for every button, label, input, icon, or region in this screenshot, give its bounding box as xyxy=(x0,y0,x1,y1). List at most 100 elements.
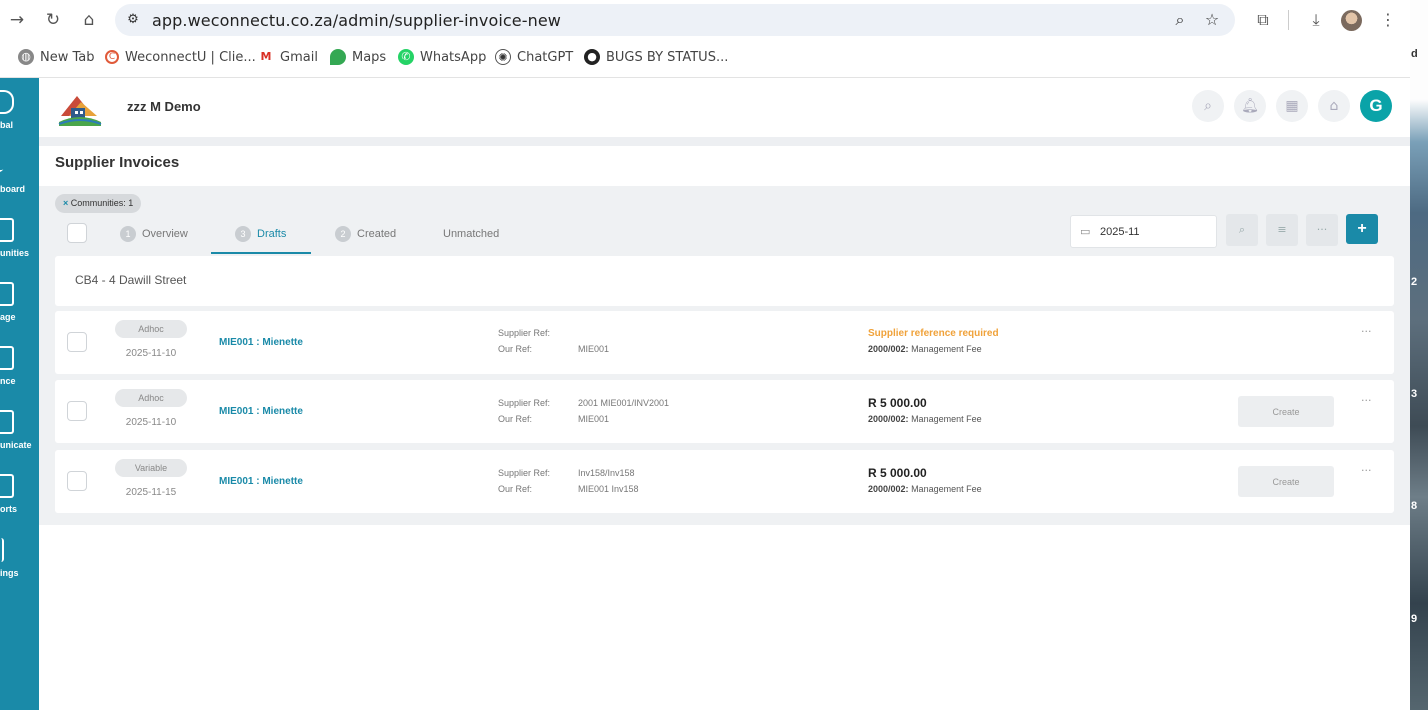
supplier-link[interactable]: MIE001 : Mienette xyxy=(219,476,303,487)
period-input[interactable] xyxy=(1100,223,1210,241)
wallpaper-text: d xyxy=(1411,48,1418,60)
row-date: 2025-11-15 xyxy=(125,487,177,498)
sidebar-item-finance[interactable]: nce xyxy=(0,346,39,398)
calendar-icon: ▭ xyxy=(1080,225,1091,238)
invoice-row: Adhoc 2025-11-10 MIE001 : Mienette Suppl… xyxy=(55,380,1394,443)
reload-icon[interactable]: ↻ xyxy=(42,9,64,31)
bookmark-label: Gmail xyxy=(280,49,318,65)
search-icon[interactable]: ⌕ xyxy=(1192,90,1224,122)
bookmark-maps[interactable]: Maps xyxy=(330,44,386,70)
supplier-link[interactable]: MIE001 : Mienette xyxy=(219,337,303,348)
tab-drafts[interactable]: 3 Drafts xyxy=(235,213,286,254)
sidebar-item-dashboard[interactable]: board xyxy=(0,154,39,206)
supplier-ref-label: Supplier Ref: xyxy=(498,468,551,478)
our-ref-value: MIE001 Inv158 xyxy=(578,484,639,494)
bookmark-label: Maps xyxy=(352,49,387,65)
message-icon xyxy=(0,410,14,434)
our-ref-label: Our Ref: xyxy=(498,414,533,424)
warning-text: Supplier reference required xyxy=(868,328,999,339)
our-ref-label: Our Ref: xyxy=(498,344,533,354)
url-text[interactable]: app.weconnectu.co.za/admin/supplier-invo… xyxy=(152,11,561,30)
sliders-icon xyxy=(0,538,4,562)
tab-overview[interactable]: 1 Overview xyxy=(120,213,188,254)
row-menu-icon[interactable]: ··· xyxy=(1361,394,1372,407)
tab-label: Drafts xyxy=(257,227,287,240)
wallet-icon xyxy=(0,346,14,370)
tab-unmatched[interactable]: Unmatched xyxy=(443,213,499,254)
calendar-icon[interactable]: ▦ xyxy=(1276,90,1308,122)
home-icon[interactable]: ⌂ xyxy=(1318,90,1350,122)
supplier-link[interactable]: MIE001 : Mienette xyxy=(219,406,303,417)
sidebar-item-settings[interactable]: ings xyxy=(0,538,39,590)
sidebar-item-communities[interactable]: unities xyxy=(0,218,39,270)
our-ref-value: MIE001 xyxy=(578,344,610,354)
select-all-checkbox[interactable] xyxy=(67,223,87,243)
user-avatar[interactable]: G xyxy=(1360,90,1392,122)
row-checkbox[interactable] xyxy=(67,332,87,352)
wallpaper-text: 8 xyxy=(1411,500,1418,512)
extensions-icon[interactable]: ⧉ xyxy=(1252,9,1274,31)
bookmark-chatgpt[interactable]: ✺ ChatGPT xyxy=(495,44,573,70)
chatgpt-icon: ✺ xyxy=(495,49,511,65)
row-checkbox[interactable] xyxy=(67,471,87,491)
profile-avatar[interactable] xyxy=(1341,10,1362,31)
row-menu-icon[interactable]: ··· xyxy=(1361,325,1372,338)
more-menu-icon[interactable]: ⋮ xyxy=(1377,9,1399,31)
filter-button[interactable]: ≡ xyxy=(1266,214,1298,246)
bookmark-whatsapp[interactable]: ✆ WhatsApp xyxy=(398,44,486,70)
bookmark-new-tab[interactable]: ◍ New Tab xyxy=(18,44,95,70)
sidebar-item-label: orts xyxy=(0,504,18,514)
home-icon[interactable]: ⌂ xyxy=(78,9,100,31)
browser-toolbar: → ↻ ⌂ ⚙ app.weconnectu.co.za/admin/suppl… xyxy=(0,0,1410,78)
type-badge: Adhoc xyxy=(115,389,187,407)
gmail-icon: M xyxy=(258,49,274,65)
gl-code: 2000/002: xyxy=(868,344,909,354)
search-button[interactable]: ⌕ xyxy=(1226,214,1258,246)
sidebar-item-reports[interactable]: orts xyxy=(0,474,39,526)
row-checkbox[interactable] xyxy=(67,401,87,421)
github-icon: ● xyxy=(584,49,600,65)
clipboard-icon xyxy=(0,282,14,306)
supplier-ref-value: Inv158/Inv158 xyxy=(578,468,635,478)
amount: R 5 000.00 xyxy=(868,396,927,410)
sidebar-item-manage[interactable]: age xyxy=(0,282,39,334)
title-bar: Supplier Invoices xyxy=(39,146,1410,186)
bookmark-star-icon[interactable]: ☆ xyxy=(1202,10,1222,30)
bookmark-github[interactable]: ● BUGS BY STATUS... xyxy=(584,44,728,70)
wallpaper-text: 3 xyxy=(1411,388,1418,400)
filter-chip-label: Communities: 1 xyxy=(70,198,134,208)
invoice-row: Variable 2025-11-15 MIE001 : Mienette Su… xyxy=(55,450,1394,513)
create-button[interactable]: Create xyxy=(1238,396,1334,427)
ellipsis-icon: ··· xyxy=(1316,223,1328,236)
forward-icon[interactable]: → xyxy=(6,9,28,31)
bell-icon[interactable]: 🔔︎ xyxy=(1234,90,1266,122)
type-badge: Adhoc xyxy=(115,320,187,338)
header-divider xyxy=(39,137,1410,146)
filter-chip[interactable]: × Communities: 1 xyxy=(55,194,142,213)
site-settings-icon[interactable]: ⚙ xyxy=(125,12,141,28)
zoom-icon[interactable]: ⌕ xyxy=(1170,10,1190,30)
whatsapp-icon: ✆ xyxy=(398,49,414,65)
sidebar-item-label: board xyxy=(0,184,26,194)
bookmark-gmail[interactable]: M Gmail xyxy=(258,44,318,70)
address-bar[interactable]: ⚙ app.weconnectu.co.za/admin/supplier-in… xyxy=(115,4,1235,36)
plus-icon: + xyxy=(1357,220,1367,237)
close-icon[interactable]: × xyxy=(63,198,68,208)
amount: R 5 000.00 xyxy=(868,466,927,480)
add-button[interactable]: + xyxy=(1346,214,1378,244)
sidebar-item-global[interactable]: bal xyxy=(0,90,39,142)
period-picker[interactable]: ▭ xyxy=(1070,215,1217,248)
bookmark-weconnectu[interactable]: C WeconnectU | Clie... xyxy=(105,44,256,70)
active-tab-indicator xyxy=(211,252,311,254)
row-menu-icon[interactable]: ··· xyxy=(1361,464,1372,477)
download-icon[interactable]: ⤓ xyxy=(1305,9,1327,31)
sidebar-item-communicate[interactable]: unicate xyxy=(0,410,39,462)
tab-created[interactable]: 2 Created xyxy=(335,213,396,254)
gl-line: 2000/002: Management Fee xyxy=(868,484,982,494)
report-icon xyxy=(0,474,14,498)
invoice-row: Adhoc 2025-11-10 MIE001 : Mienette Suppl… xyxy=(55,311,1394,374)
sidebar-item-label: nce xyxy=(0,376,16,386)
create-button[interactable]: Create xyxy=(1238,466,1334,497)
group-header: CB4 - 4 Dawill Street xyxy=(55,256,1394,306)
more-button[interactable]: ··· xyxy=(1306,214,1338,246)
